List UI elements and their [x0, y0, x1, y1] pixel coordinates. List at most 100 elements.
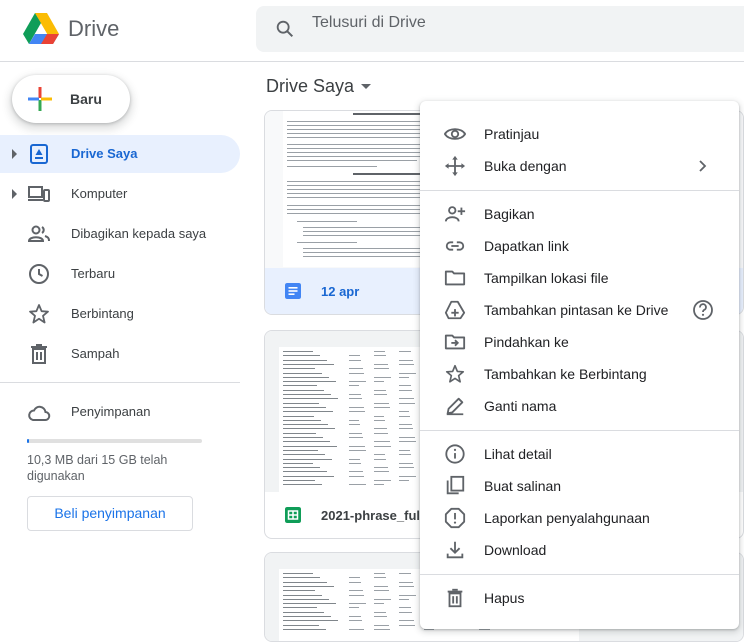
sidebar-item-label: Dibagikan kepada saya: [71, 226, 207, 241]
menu-item-remove[interactable]: Hapus: [420, 582, 739, 614]
preview-cell: [349, 628, 364, 630]
sidebar-item-starred[interactable]: Berbintang: [0, 295, 240, 333]
preview-row: [283, 385, 317, 387]
menu-item-rename[interactable]: Ganti nama: [420, 390, 739, 422]
copy-icon: [446, 475, 465, 495]
preview-cell: [349, 432, 362, 434]
menu-item-label: Pratinjau: [484, 126, 540, 142]
preview-cell: [349, 385, 359, 387]
preview-row: [283, 437, 323, 438]
preview-cell: [374, 603, 384, 605]
search-icon[interactable]: [274, 18, 296, 40]
menu-item-preview[interactable]: Pratinjau: [420, 118, 739, 150]
menu-item-add-to-starred[interactable]: Tambahkan ke Berbintang: [420, 358, 739, 390]
preview-cell: [399, 385, 411, 387]
folder-icon: [444, 270, 466, 286]
preview-cell: [399, 376, 409, 378]
preview-cell: [399, 363, 414, 365]
move-to-folder-icon: [444, 334, 466, 350]
menu-item-label: Tambahkan ke Berbintang: [484, 366, 647, 382]
preview-row: [283, 359, 327, 361]
preview-row: [283, 480, 315, 481]
preview-cell: [349, 471, 363, 473]
preview-cell: [349, 475, 364, 477]
menu-item-add-shortcut[interactable]: Tambahkan pintasan ke Drive: [420, 294, 739, 326]
download-icon: [446, 541, 464, 559]
sidebar-item-label: Terbaru: [71, 266, 116, 281]
preview-row: [283, 624, 319, 626]
menu-item-make-copy[interactable]: Buat salinan: [420, 470, 739, 502]
file-name: 2021-phrase_fulls: [321, 508, 431, 523]
preview-cell: [399, 415, 410, 417]
preview-row: [283, 590, 315, 592]
preview-cell: [374, 590, 389, 592]
preview-cell: [349, 394, 361, 395]
preview-cell: [399, 475, 416, 477]
preview-cell: [399, 454, 411, 456]
menu-item-show-file-location[interactable]: Tampilkan lokasi file: [420, 262, 739, 294]
preview-cell: [349, 581, 361, 583]
preview-cell: [399, 428, 413, 430]
menu-item-get-link[interactable]: Dapatkan link: [420, 230, 739, 262]
preview-cell: [399, 389, 412, 391]
menu-item-report-abuse[interactable]: Laporkan penyalahgunaan: [420, 502, 739, 534]
menu-item-label: Tambahkan pintasan ke Drive: [484, 302, 669, 318]
sidebar-item-shared-with-me[interactable]: Dibagikan kepada saya: [0, 215, 240, 253]
expand-arrow-icon[interactable]: [12, 189, 17, 199]
preview-row: [283, 432, 316, 434]
preview-cell: [374, 363, 388, 365]
preview-row: [283, 402, 319, 404]
star-icon: [29, 304, 49, 324]
chevron-right-icon: [699, 160, 707, 172]
preview-cell: [349, 355, 360, 357]
menu-item-share[interactable]: Bagikan: [420, 198, 739, 230]
preview-cell: [374, 585, 388, 587]
preview-cell: [374, 467, 388, 469]
preview-cell: [349, 620, 362, 622]
sidebar-item-computers[interactable]: Komputer: [0, 175, 240, 213]
storage-bar-fill: [27, 439, 29, 443]
sidebar-item-label: Komputer: [71, 186, 128, 201]
sidebar-item-label: Drive Saya: [71, 146, 138, 161]
preview-cell: [374, 445, 391, 447]
preview-cell: [374, 454, 385, 456]
menu-item-open-with[interactable]: Buka dengan: [420, 150, 739, 182]
menu-item-label: Buka dengan: [484, 158, 567, 174]
sidebar-item-my-drive[interactable]: Drive Saya: [0, 135, 240, 173]
preview-cell: [349, 607, 359, 609]
page-title[interactable]: Drive Saya: [266, 76, 354, 97]
preview-row: [283, 372, 322, 374]
my-drive-icon: [30, 144, 48, 164]
preview-row: [283, 445, 337, 447]
search-input[interactable]: [312, 10, 712, 36]
drive-logo-icon[interactable]: [22, 12, 60, 46]
preview-row: [283, 351, 313, 352]
preview-row: [283, 411, 333, 413]
buy-storage-label: Beli penyimpanan: [54, 505, 166, 521]
sidebar-item-trash[interactable]: Sampah: [0, 335, 240, 373]
preview-row: [283, 484, 322, 486]
preview-cell: [349, 359, 361, 361]
preview-row: [283, 368, 315, 370]
expand-arrow-icon[interactable]: [12, 149, 17, 159]
preview-cell: [374, 484, 384, 486]
preview-cell: [374, 471, 389, 473]
sidebar-item-recent[interactable]: Terbaru: [0, 255, 240, 293]
preview-row: [283, 454, 325, 456]
trash-icon: [31, 344, 47, 364]
sidebar-item-label: Berbintang: [71, 306, 134, 321]
google-docs-icon: [285, 283, 301, 299]
preview-cell: [399, 624, 415, 626]
storage-label[interactable]: Penyimpanan: [71, 404, 151, 419]
menu-item-download[interactable]: Download: [420, 534, 739, 566]
menu-item-move-to[interactable]: Pindahkan ke: [420, 326, 739, 358]
menu-item-view-details[interactable]: Lihat detail: [420, 438, 739, 470]
preview-cell: [399, 449, 410, 451]
preview-row: [283, 581, 327, 583]
help-icon[interactable]: [692, 299, 714, 321]
chevron-down-icon[interactable]: [361, 84, 371, 89]
preview-cell: [479, 628, 490, 630]
link-icon: [445, 241, 465, 251]
preview-cell: [399, 424, 412, 426]
preview-cell: [349, 462, 361, 464]
